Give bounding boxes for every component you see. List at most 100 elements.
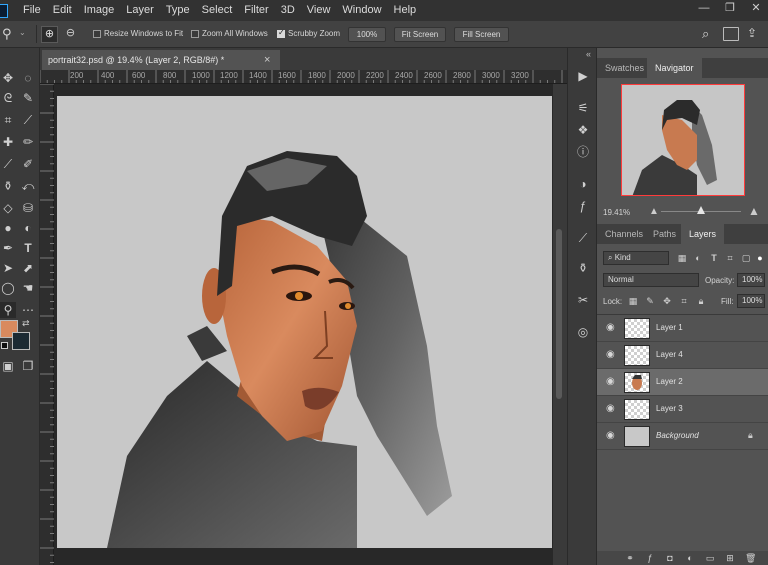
- libraries-panel-icon[interactable]: ❖: [575, 122, 591, 138]
- lock-all-icon[interactable]: 🔒︎: [696, 296, 706, 306]
- blur-tool-icon[interactable]: ●: [0, 220, 16, 236]
- shape-tool-icon[interactable]: ◯: [0, 280, 16, 296]
- resize-windows-checkbox[interactable]: [93, 30, 101, 38]
- navigator-preview[interactable]: [621, 84, 745, 196]
- fx-icon[interactable]: ƒ: [645, 553, 655, 563]
- tab-channels[interactable]: Channels: [597, 224, 651, 244]
- brush-alt-tool-icon[interactable]: ✐: [20, 156, 36, 172]
- zoom-all-windows-checkbox[interactable]: [191, 30, 199, 38]
- visibility-eye-icon[interactable]: ◉: [606, 404, 618, 414]
- fill-field[interactable]: 100%: [737, 294, 765, 308]
- fx-styles-panel-icon[interactable]: ƒ: [575, 198, 591, 214]
- swap-colors-icon[interactable]: ⇄: [22, 318, 30, 329]
- dodge-tool-icon[interactable]: ◐: [20, 220, 36, 236]
- filter-adjustment-icon[interactable]: ◐: [693, 253, 703, 263]
- lock-artboard-icon[interactable]: ⌗: [679, 296, 689, 306]
- workspace-icon[interactable]: [723, 27, 739, 41]
- brush-panel-icon[interactable]: ⟋: [575, 230, 591, 246]
- menu-view[interactable]: View: [302, 0, 338, 21]
- search-icon[interactable]: ⌕: [702, 26, 709, 42]
- visibility-eye-icon[interactable]: ◉: [606, 377, 618, 387]
- delete-layer-icon[interactable]: 🗑︎: [745, 553, 756, 563]
- 3d-panel-icon[interactable]: ◎: [575, 324, 591, 340]
- more-tools-icon[interactable]: ⋯: [20, 302, 36, 318]
- eraser-tool-icon[interactable]: ◇: [0, 200, 16, 216]
- marquee-tool-icon[interactable]: ◌: [20, 70, 36, 86]
- scrollbar-thumb[interactable]: [556, 229, 562, 399]
- scrubby-zoom-checkbox[interactable]: [277, 28, 285, 38]
- visibility-eye-icon[interactable]: ◉: [606, 323, 618, 333]
- direct-select-tool-icon[interactable]: ⬈: [20, 260, 36, 276]
- eyedropper-tool-icon[interactable]: ⟋: [20, 112, 36, 128]
- link-layers-icon[interactable]: ⚭: [625, 553, 635, 563]
- navigator-zoom-slider-knob[interactable]: [697, 206, 705, 214]
- zoom-in-icon[interactable]: ⊕: [41, 26, 58, 43]
- path-select-tool-icon[interactable]: ➤: [0, 260, 16, 276]
- menu-select[interactable]: Select: [197, 0, 240, 21]
- menu-filter[interactable]: Filter: [239, 0, 275, 21]
- tab-layers[interactable]: Layers: [681, 224, 725, 244]
- restore-button[interactable]: ❐: [718, 0, 742, 18]
- menu-window[interactable]: Window: [337, 0, 388, 21]
- history-panel-icon[interactable]: ▶: [575, 68, 591, 84]
- visibility-eye-icon[interactable]: ◉: [606, 350, 618, 360]
- default-colors-icon[interactable]: [1, 342, 8, 349]
- quick-select-tool-icon[interactable]: ✎: [20, 90, 36, 106]
- paint-bucket-tool-icon[interactable]: ⛁: [20, 200, 36, 216]
- collapse-panels-icon[interactable]: «: [586, 49, 591, 59]
- clone-source-panel-icon[interactable]: ⚱: [575, 260, 591, 276]
- new-group-icon[interactable]: ▭: [705, 553, 715, 563]
- filter-pixel-icon[interactable]: ▦: [677, 253, 687, 263]
- layer-row-background[interactable]: ◉ Background 🔒︎: [597, 423, 768, 450]
- brush-tool-icon[interactable]: ⟋: [0, 156, 16, 172]
- info-panel-icon[interactable]: ⓘ: [575, 144, 591, 160]
- zoom-in-small-icon[interactable]: ▲: [748, 204, 760, 218]
- filter-shape-icon[interactable]: ⌗: [725, 253, 735, 263]
- crop-tool-icon[interactable]: ⌗: [0, 112, 16, 128]
- layer-row-layer-2[interactable]: ◉ Layer 2: [597, 369, 768, 396]
- stamp-tool-icon[interactable]: ⚱: [0, 178, 16, 194]
- history-brush-tool-icon[interactable]: ⤺: [20, 178, 36, 194]
- layer-filter-kind-select[interactable]: ⌕ Kind: [603, 251, 669, 265]
- lock-transparent-pixels-icon[interactable]: ▦: [628, 296, 638, 306]
- tab-navigator[interactable]: Navigator: [647, 58, 702, 78]
- zoom-tool-preset-icon[interactable]: ⚲: [2, 26, 18, 42]
- vertical-scrollbar[interactable]: [553, 84, 567, 565]
- menu-layer[interactable]: Layer: [121, 0, 161, 21]
- tab-swatches[interactable]: Swatches: [597, 58, 652, 78]
- menu-3d[interactable]: 3D: [276, 0, 302, 21]
- filter-toggle-icon[interactable]: ●: [755, 253, 765, 263]
- type-tool-icon[interactable]: T: [20, 240, 36, 256]
- filter-smart-object-icon[interactable]: ▢: [741, 253, 751, 263]
- layer-row-layer-4[interactable]: ◉ Layer 4: [597, 342, 768, 369]
- layer-row-layer-1[interactable]: ◉ Layer 1: [597, 315, 768, 342]
- new-layer-icon[interactable]: ⊞: [725, 553, 735, 563]
- zoom-100-button[interactable]: 100%: [348, 27, 386, 42]
- blend-mode-select[interactable]: Normal: [603, 273, 699, 287]
- close-window-button[interactable]: ✕: [744, 0, 768, 18]
- lock-position-icon[interactable]: ✥: [662, 296, 672, 306]
- hand-tool-icon[interactable]: ☚: [20, 280, 36, 296]
- layer-row-layer-3[interactable]: ◉ Layer 3: [597, 396, 768, 423]
- zoom-out-icon[interactable]: ⊖: [62, 26, 79, 43]
- menu-help[interactable]: Help: [389, 0, 424, 21]
- fill-screen-button[interactable]: Fill Screen: [454, 27, 509, 42]
- menu-image[interactable]: Image: [79, 0, 122, 21]
- lasso-tool-icon[interactable]: ᘓ: [0, 90, 16, 106]
- share-icon[interactable]: ⇪: [747, 26, 757, 40]
- navigator-zoom-value[interactable]: 19.41%: [603, 208, 630, 217]
- zoom-tool-icon[interactable]: ⚲: [0, 302, 16, 318]
- pen-tool-icon[interactable]: ✒: [0, 240, 16, 256]
- add-mask-icon[interactable]: ◘: [665, 553, 675, 563]
- tab-paths[interactable]: Paths: [645, 224, 684, 244]
- background-color-swatch[interactable]: [12, 332, 30, 350]
- zoom-out-small-icon[interactable]: ▲: [649, 206, 659, 217]
- document-canvas[interactable]: [57, 96, 552, 548]
- filter-type-icon[interactable]: T: [709, 253, 719, 263]
- tools-panel-icon[interactable]: ✂: [575, 292, 591, 308]
- minimize-button[interactable]: —: [692, 0, 716, 18]
- menu-file[interactable]: File: [18, 0, 48, 21]
- adjustments-panel-icon[interactable]: ⚟: [575, 100, 591, 116]
- document-tab[interactable]: portrait32.psd @ 19.4% (Layer 2, RGB/8#)…: [42, 50, 280, 70]
- new-adjustment-icon[interactable]: ◐: [685, 553, 695, 563]
